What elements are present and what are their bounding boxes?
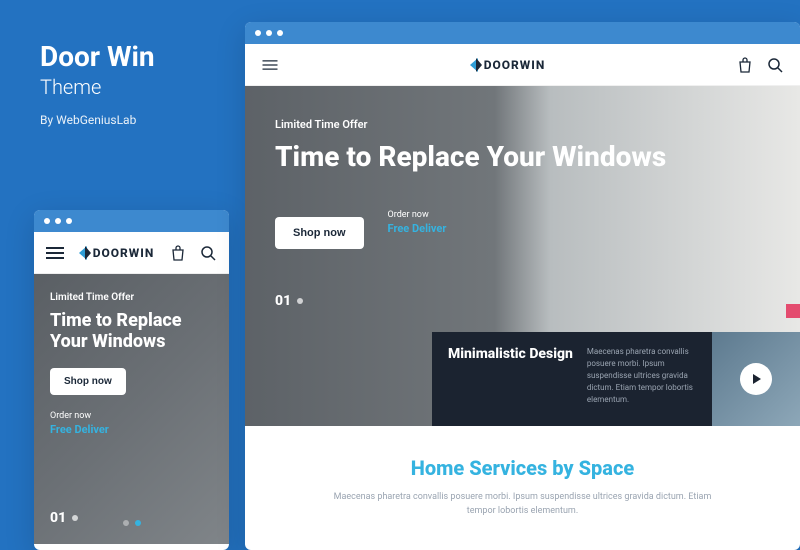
deliver-label: Free Deliver (50, 423, 213, 436)
section-desc: Maecenas pharetra convallis posuere morb… (333, 490, 713, 519)
bag-icon[interactable] (736, 56, 754, 74)
shop-now-button[interactable]: Shop now (275, 217, 364, 249)
home-services-section: Home Services by Space Maecenas pharetra… (245, 426, 800, 549)
brand-name: DOORWIN (484, 58, 546, 72)
chrome-dot (277, 30, 283, 36)
hero-section: Limited Time Offer Time to Replace Your … (245, 86, 800, 426)
order-label: Order now (50, 411, 213, 421)
shop-now-button[interactable]: Shop now (50, 368, 126, 395)
menu-icon[interactable] (46, 244, 64, 262)
cta-row: Shop now Order now Free Deliver (275, 195, 770, 249)
site-header: DOORWIN (34, 232, 229, 274)
brand-name: DOORWIN (93, 246, 155, 260)
menu-icon[interactable] (261, 56, 279, 74)
offer-label: Limited Time Offer (50, 292, 213, 303)
mobile-preview: DOORWIN Limited Time Offer Time to Repla… (34, 210, 229, 550)
offer-label: Limited Time Offer (275, 118, 770, 131)
search-icon[interactable] (199, 244, 217, 262)
slide-number: 01 (50, 510, 66, 526)
feature-video-thumb[interactable] (712, 332, 800, 426)
theme-info: Door Win Theme By WebGeniusLab (40, 42, 155, 127)
feature-desc: Maecenas pharetra convallis posuere morb… (587, 346, 696, 412)
chrome-dot (55, 218, 61, 224)
section-title-a: Home Services by (411, 456, 579, 480)
counter-dot (297, 298, 303, 304)
counter-dot (72, 515, 78, 521)
header-actions (169, 244, 217, 262)
deliver-label: Free Deliver (388, 222, 447, 235)
bag-icon[interactable] (169, 244, 187, 262)
site-header: DOORWIN (245, 44, 800, 86)
logo-mark-icon (470, 58, 478, 72)
pagination-dot-active[interactable] (135, 520, 141, 526)
order-group: Order now Free Deliver (388, 210, 447, 235)
brand-logo[interactable]: DOORWIN (79, 246, 155, 260)
chrome-dot (44, 218, 50, 224)
side-tab-icon[interactable] (786, 304, 800, 318)
search-icon[interactable] (766, 56, 784, 74)
theme-title: Door Win (40, 42, 155, 73)
slider-pagination (123, 520, 141, 526)
play-icon[interactable] (740, 363, 772, 395)
window-chrome (245, 22, 800, 44)
hero-title: Time to Replace Your Windows (50, 311, 213, 352)
feature-card[interactable]: Minimalistic Design Maecenas pharetra co… (432, 332, 712, 426)
section-title-b: Space (579, 456, 635, 480)
window-chrome (34, 210, 229, 232)
slide-counter: 01 (275, 293, 770, 309)
order-label: Order now (388, 210, 447, 220)
theme-subtitle: Theme (40, 75, 155, 99)
section-title: Home Services by Space (285, 456, 760, 480)
chrome-dot (255, 30, 261, 36)
feature-strip: Minimalistic Design Maecenas pharetra co… (432, 332, 800, 426)
desktop-preview: DOORWIN Limited Time Offer Time to Repla… (245, 22, 800, 550)
chrome-dot (266, 30, 272, 36)
header-actions (736, 56, 784, 74)
slide-number: 01 (275, 293, 291, 309)
chrome-dot (66, 218, 72, 224)
slide-counter: 01 (50, 510, 78, 526)
brand-logo[interactable]: DOORWIN (470, 58, 546, 72)
hero-section: Limited Time Offer Time to Replace Your … (34, 274, 229, 544)
logo-mark-icon (79, 246, 87, 260)
theme-byline: By WebGeniusLab (40, 113, 155, 127)
hero-title: Time to Replace Your Windows (275, 141, 770, 173)
feature-title: Minimalistic Design (448, 346, 573, 412)
pagination-dot[interactable] (123, 520, 129, 526)
